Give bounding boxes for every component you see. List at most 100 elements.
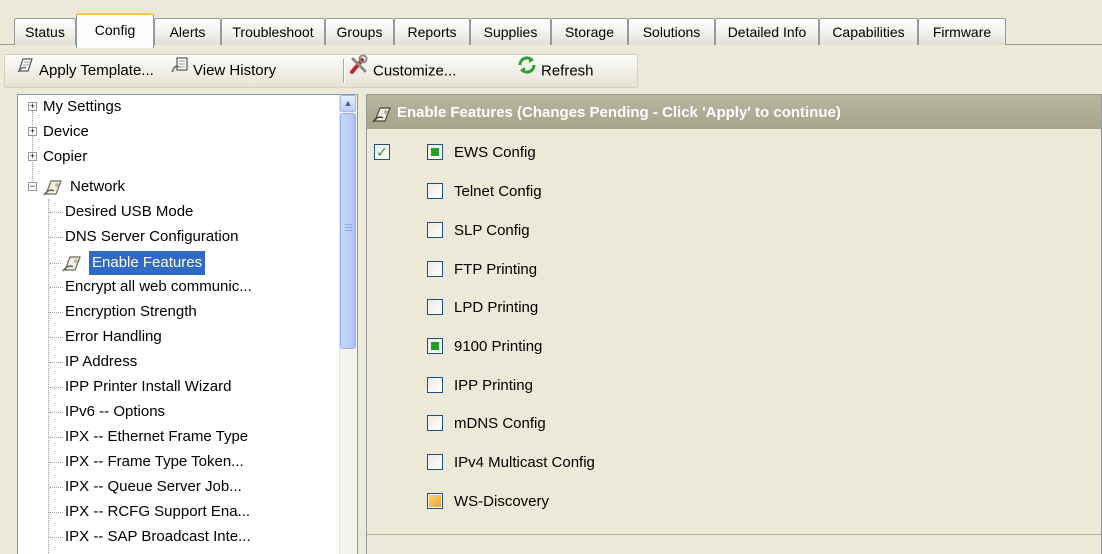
apply-template-button[interactable]: Apply Template... <box>16 54 154 88</box>
expand-icon[interactable]: + <box>28 152 37 161</box>
tree-node-ipx-frame-type-token[interactable]: IPX -- Frame Type Token... <box>65 450 244 474</box>
view-history-icon <box>170 54 190 88</box>
tree-node-ipp-printer-install-wizard[interactable]: IPP Printer Install Wizard <box>65 375 231 399</box>
refresh-icon <box>516 54 538 89</box>
tree-node-label: Encrypt all web communic... <box>65 278 252 295</box>
feature-checkbox[interactable] <box>427 183 443 199</box>
customize-button[interactable]: Customize... <box>348 54 456 88</box>
tab-status[interactable]: Status <box>14 18 76 45</box>
tree-branch <box>49 312 63 313</box>
feature-label: 9100 Printing <box>454 338 543 355</box>
tree-node-ipx-queue-server-job[interactable]: IPX -- Queue Server Job... <box>65 475 242 499</box>
feature-label: WS-Discovery <box>454 493 550 510</box>
settings-tree: + My Settings + Device + Copier − Networ… <box>17 94 358 554</box>
expand-icon[interactable]: + <box>28 102 37 111</box>
tree-node-ip-address[interactable]: IP Address <box>65 350 137 374</box>
tree-node-encrypt-web[interactable]: Encrypt all web communic... <box>65 275 252 299</box>
tree-node-error-handling[interactable]: Error Handling <box>65 325 162 349</box>
tree-node-label: IPX -- Queue Server Job... <box>65 478 242 495</box>
feature-checkbox[interactable] <box>427 377 443 393</box>
tree-node-label: Network <box>70 178 126 195</box>
tree-node-label: Error Handling <box>65 328 162 345</box>
tree-node-desired-usb-mode[interactable]: Desired USB Mode <box>65 200 193 224</box>
feature-label: SLP Config <box>454 222 530 239</box>
feature-label: IPP Printing <box>454 377 533 394</box>
scrollbar-grip <box>345 230 352 231</box>
feature-checkbox-enabled[interactable] <box>427 144 443 160</box>
expand-icon[interactable]: + <box>28 127 37 136</box>
tab-groups[interactable]: Groups <box>325 18 394 45</box>
network-settings-icon <box>43 177 65 205</box>
tree-branch <box>49 237 63 238</box>
tree-node-label: IPX -- RCFG Support Ena... <box>65 503 251 520</box>
apply-changes-checkbox[interactable]: ✓ <box>374 144 390 160</box>
tree-node-label: Encryption Strength <box>65 303 197 320</box>
tree-branch <box>49 263 61 264</box>
tree-branch <box>49 287 63 288</box>
tree-node-ipx-rcfg-support[interactable]: IPX -- RCFG Support Ena... <box>65 500 250 524</box>
tab-detailed-info[interactable]: Detailed Info <box>715 18 819 45</box>
tab-strip: Status Config Alerts Troubleshoot Groups… <box>0 0 1102 48</box>
feature-checkbox[interactable] <box>427 454 443 470</box>
refresh-label: Refresh <box>541 62 594 80</box>
tools-icon <box>348 54 370 89</box>
toolbar: Apply Template... View History Customize… <box>4 48 1098 92</box>
tree-node-label: IPX -- SAP Broadcast Inte... <box>65 528 251 545</box>
tab-firmware[interactable]: Firmware <box>918 18 1006 45</box>
feature-label: LPD Printing <box>454 299 539 316</box>
tree-branch <box>49 212 63 213</box>
tab-solutions[interactable]: Solutions <box>628 18 715 45</box>
tab-troubleshoot[interactable]: Troubleshoot <box>221 18 325 45</box>
tab-storage[interactable]: Storage <box>551 18 628 45</box>
tab-supplies[interactable]: Supplies <box>470 18 551 45</box>
tree-node-ipv6-options[interactable]: IPv6 -- Options <box>65 400 165 424</box>
tree-branch <box>49 537 63 538</box>
tree-branch <box>49 362 63 363</box>
feature-checkbox[interactable] <box>427 261 443 277</box>
tree-branch <box>49 412 63 413</box>
tree-node-label: Copier <box>43 148 88 165</box>
view-history-button[interactable]: View History <box>170 54 276 88</box>
tree-node-label: My Settings <box>43 98 122 115</box>
tree-branch <box>49 487 63 488</box>
panel-header: Enable Features (Changes Pending - Click… <box>367 95 1101 129</box>
tab-capabilities[interactable]: Capabilities <box>819 18 918 45</box>
tree-node-dns-server-configuration[interactable]: DNS Server Configuration <box>65 225 238 249</box>
tree-node-label: IPX -- Ethernet Frame Type <box>65 428 249 445</box>
feature-label: EWS Config <box>454 144 536 161</box>
scrollbar-thumb[interactable] <box>340 113 356 349</box>
panel-divider <box>367 534 1101 535</box>
apply-template-icon <box>16 54 36 88</box>
tab-alerts[interactable]: Alerts <box>154 18 221 45</box>
scrollbar-grip <box>345 224 352 225</box>
tab-config[interactable]: Config <box>76 13 154 48</box>
tree-branch <box>49 437 63 438</box>
tree-node-label: DNS Server Configuration <box>65 228 239 245</box>
apply-template-label: Apply Template... <box>39 62 154 80</box>
tree-node-ipx-sap-broadcast[interactable]: IPX -- SAP Broadcast Inte... <box>65 525 251 549</box>
feature-checkbox[interactable] <box>427 222 443 238</box>
tree-node-label: Desired USB Mode <box>65 203 194 220</box>
toolbar-separator <box>343 59 345 83</box>
feature-checkbox-partial[interactable] <box>427 493 443 509</box>
feature-label: FTP Printing <box>454 261 538 278</box>
tree-node-label: IPv6 -- Options <box>65 403 166 420</box>
refresh-button[interactable]: Refresh <box>516 54 594 88</box>
tree-network-connector <box>48 199 49 554</box>
feature-checkbox-enabled[interactable] <box>427 338 443 354</box>
tab-reports[interactable]: Reports <box>394 18 470 45</box>
tree-node-label: IP Address <box>65 353 138 370</box>
panel-header-icon <box>372 102 394 138</box>
panel-header-title: Enable Features (Changes Pending - Click… <box>397 104 841 121</box>
scroll-up-icon[interactable]: ▲ <box>340 95 356 112</box>
enable-features-panel: Enable Features (Changes Pending - Click… <box>366 94 1102 554</box>
feature-checkbox[interactable] <box>427 299 443 315</box>
tree-root-connector <box>32 111 33 187</box>
collapse-icon[interactable]: − <box>28 182 37 191</box>
tree-node-label: Device <box>43 123 89 140</box>
tree-node-encryption-strength[interactable]: Encryption Strength <box>65 300 197 324</box>
feature-checkbox[interactable] <box>427 415 443 431</box>
tree-scrollbar[interactable]: ▲ <box>339 95 357 554</box>
tree-node-label: IPX -- Frame Type Token... <box>65 453 244 470</box>
tree-node-ipx-ethernet-frame-type[interactable]: IPX -- Ethernet Frame Type <box>65 425 248 449</box>
